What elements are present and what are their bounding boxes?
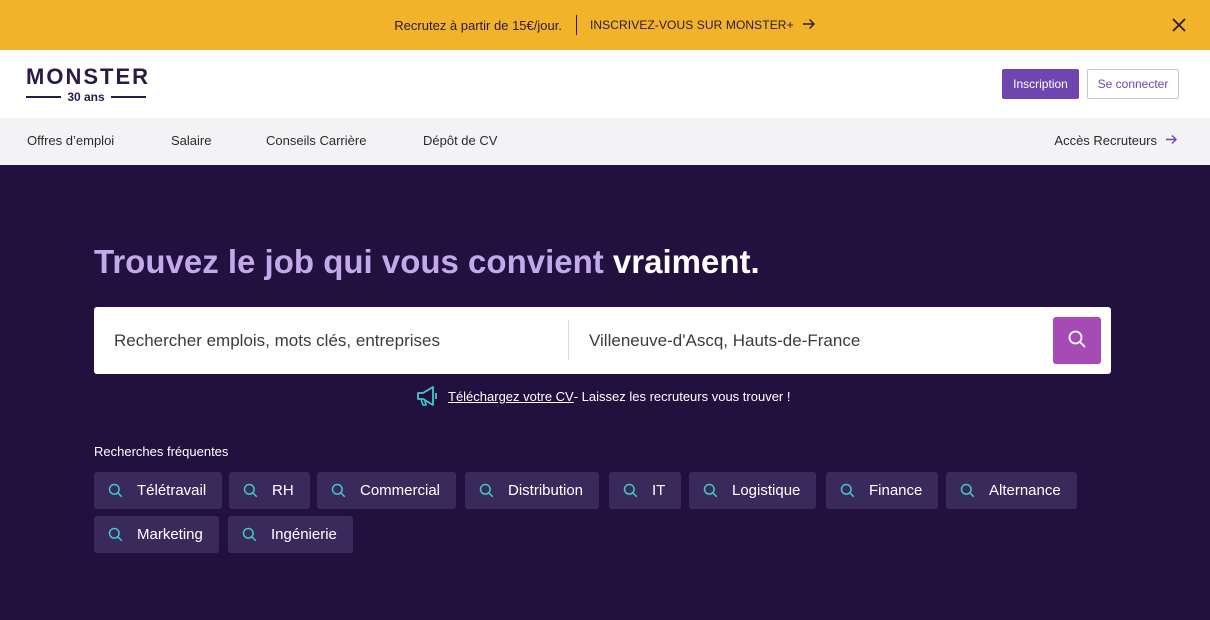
promo-cta-label: INSCRIVEZ-VOUS SUR MONSTER+ <box>589 18 794 32</box>
main-nav: Offres d’emploi Salaire Conseils Carrièr… <box>0 118 1210 165</box>
search-divider <box>568 320 569 360</box>
chip-commercial[interactable]: Commercial <box>317 472 457 509</box>
nav-item-salary[interactable]: Salaire <box>171 133 211 148</box>
promo-banner: Recrutez à partir de 15€/jour. INSCRIVEZ… <box>0 0 1210 50</box>
chip-label: Finance <box>869 482 923 499</box>
chip-alternance[interactable]: Alternance <box>946 472 1077 509</box>
chip-label: Marketing <box>137 526 203 543</box>
chip-label: RH <box>272 482 294 499</box>
cv-prompt-rest: - Laissez les recruteurs vous trouver ! <box>573 388 791 404</box>
chip-it[interactable]: IT <box>609 472 682 509</box>
headline-emphasis: vraiment. <box>612 243 760 280</box>
promo-divider <box>575 15 577 35</box>
chip-label: Alternance <box>989 482 1061 499</box>
logo-anniversary: 30 ans <box>26 90 147 104</box>
search-icon <box>243 483 258 498</box>
search-icon <box>703 483 718 498</box>
search-icon <box>108 527 123 542</box>
headline-main: Trouvez le job qui vous convient <box>94 243 613 280</box>
keyword-search-input[interactable] <box>114 307 564 374</box>
promo-message: Recrutez à partir de 15€/jour. <box>394 17 562 33</box>
chip-distribution[interactable]: Distribution <box>465 472 600 509</box>
search-icon <box>331 483 346 498</box>
promo-cta-link[interactable]: INSCRIVEZ-VOUS SUR MONSTER+ <box>590 17 816 33</box>
chip-rh[interactable]: RH <box>229 472 310 509</box>
hero-headline: Trouvez le job qui vous convient vraimen… <box>94 243 760 281</box>
frequent-searches-title: Recherches fréquentes <box>94 444 229 459</box>
chip-label: Commercial <box>360 482 441 499</box>
search-icon <box>960 483 975 498</box>
nav-recruiters-label: Accès Recruteurs <box>1054 133 1157 148</box>
arrow-right-icon <box>1165 134 1178 147</box>
chip-ingenierie[interactable]: Ingénierie <box>228 516 353 553</box>
chip-label: Distribution <box>508 482 584 499</box>
chip-label: Ingénierie <box>271 526 337 543</box>
hero-section: Trouvez le job qui vous convient vraimen… <box>0 165 1210 620</box>
site-header: MONSTER 30 ans Inscription Se connecter <box>0 50 1210 118</box>
signup-button[interactable]: Inscription <box>1002 69 1079 99</box>
chip-finance[interactable]: Finance <box>826 472 939 509</box>
chip-label: Logistique <box>732 482 801 499</box>
chip-label: IT <box>652 482 666 499</box>
search-button[interactable] <box>1053 317 1101 364</box>
logo-word: MONSTER <box>26 64 150 89</box>
monster-logo[interactable]: MONSTER 30 ans <box>26 66 148 106</box>
login-button[interactable]: Se connecter <box>1087 69 1179 99</box>
logo-sub-label: 30 ans <box>67 90 105 104</box>
job-search-form <box>94 307 1111 374</box>
chip-teletravail[interactable]: Télétravail <box>94 472 223 509</box>
search-icon <box>242 527 257 542</box>
upload-cv-link[interactable]: Téléchargez votre CV <box>448 389 574 404</box>
location-input[interactable] <box>589 307 1039 374</box>
close-icon[interactable] <box>1166 12 1192 38</box>
nav-recruiters-link[interactable]: Accès Recruteurs <box>1054 133 1178 148</box>
cv-upload-prompt: Téléchargez votre CV - Laissez les recru… <box>415 385 790 407</box>
search-icon <box>623 483 638 498</box>
search-icon <box>1067 329 1087 352</box>
chip-logistique[interactable]: Logistique <box>689 472 817 509</box>
search-icon <box>840 483 855 498</box>
chip-label: Télétravail <box>137 482 207 499</box>
nav-item-jobs[interactable]: Offres d’emploi <box>27 133 114 148</box>
search-icon <box>108 483 123 498</box>
megaphone-icon <box>415 385 441 407</box>
search-icon <box>479 483 494 498</box>
arrow-right-icon <box>802 17 816 33</box>
nav-item-cv-upload[interactable]: Dépôt de CV <box>423 133 497 148</box>
chip-marketing[interactable]: Marketing <box>94 516 219 553</box>
nav-item-career-advice[interactable]: Conseils Carrière <box>266 133 366 148</box>
